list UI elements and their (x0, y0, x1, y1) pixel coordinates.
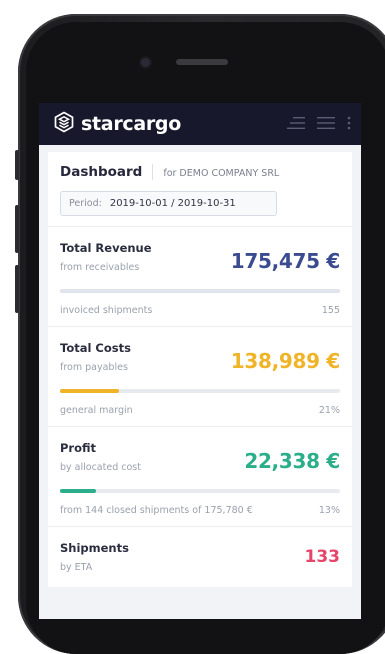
costs-subtitle: from payables (60, 362, 128, 373)
costs-progress-fill (60, 389, 119, 393)
top-bar: starcargo (39, 103, 361, 145)
revenue-title: Total Revenue (60, 241, 152, 255)
hamburger-icon[interactable] (317, 115, 335, 134)
app-screen: starcargo Dashboard for DEMO COMPANY SRL… (39, 103, 361, 619)
starcargo-logo-icon (53, 111, 75, 137)
revenue-section[interactable]: Total Revenue from receivables 175,475 €… (48, 227, 352, 327)
dashboard-card: Dashboard for DEMO COMPANY SRL Period: 2… (48, 152, 352, 587)
more-vertical-icon[interactable] (347, 115, 351, 134)
phone-volume-down-button (15, 265, 19, 313)
profit-subtitle: by allocated cost (60, 462, 141, 473)
profit-footer-value: 13% (318, 505, 340, 516)
shipments-title: Shipments (60, 541, 129, 555)
profit-section[interactable]: Profit by allocated cost 22,338 € from 1… (48, 427, 352, 527)
costs-value: 138,989 € (230, 349, 341, 373)
revenue-progress-fill (60, 289, 340, 293)
revenue-subtitle: from receivables (60, 262, 140, 273)
costs-title: Total Costs (60, 341, 131, 355)
dashboard-header: Dashboard for DEMO COMPANY SRL Period: 2… (48, 152, 352, 227)
period-label: Period: (69, 198, 102, 209)
phone-volume-up-button (15, 205, 19, 253)
camera-icon (141, 58, 150, 67)
profit-progress-fill (60, 489, 97, 493)
topbar-actions (287, 115, 351, 134)
revenue-value: 175,475 € (230, 249, 341, 273)
costs-section[interactable]: Total Costs from payables 138,989 € gene… (48, 327, 352, 427)
costs-footer-value: 21% (318, 405, 340, 416)
speaker-grille (176, 59, 228, 65)
phone-side-button (15, 150, 19, 180)
page-title: Dashboard (60, 164, 143, 180)
profit-progress-track (60, 489, 340, 493)
period-selector[interactable]: Period: 2019-10-01 / 2019-10-31 (60, 191, 277, 216)
company-name: for DEMO COMPANY SRL (163, 168, 280, 179)
revenue-progress-track (60, 289, 340, 293)
profit-footer-label: from 144 closed shipments of 175,780 € (60, 505, 253, 516)
costs-progress-track (60, 389, 340, 393)
revenue-footer-value: 155 (321, 305, 340, 316)
brand[interactable]: starcargo (53, 111, 181, 137)
brand-name: starcargo (81, 113, 181, 135)
profit-value: 22,338 € (244, 449, 340, 473)
title-divider (152, 164, 154, 180)
profit-title: Profit (60, 441, 97, 455)
costs-footer-label: general margin (60, 405, 133, 416)
shipments-subtitle: by ETA (60, 562, 93, 573)
shipments-value: 133 (304, 547, 341, 567)
list-icon[interactable] (287, 115, 305, 134)
shipments-section[interactable]: Shipments by ETA 133 (48, 527, 352, 587)
revenue-footer-label: invoiced shipments (60, 305, 153, 316)
period-value: 2019-10-01 / 2019-10-31 (109, 198, 236, 209)
